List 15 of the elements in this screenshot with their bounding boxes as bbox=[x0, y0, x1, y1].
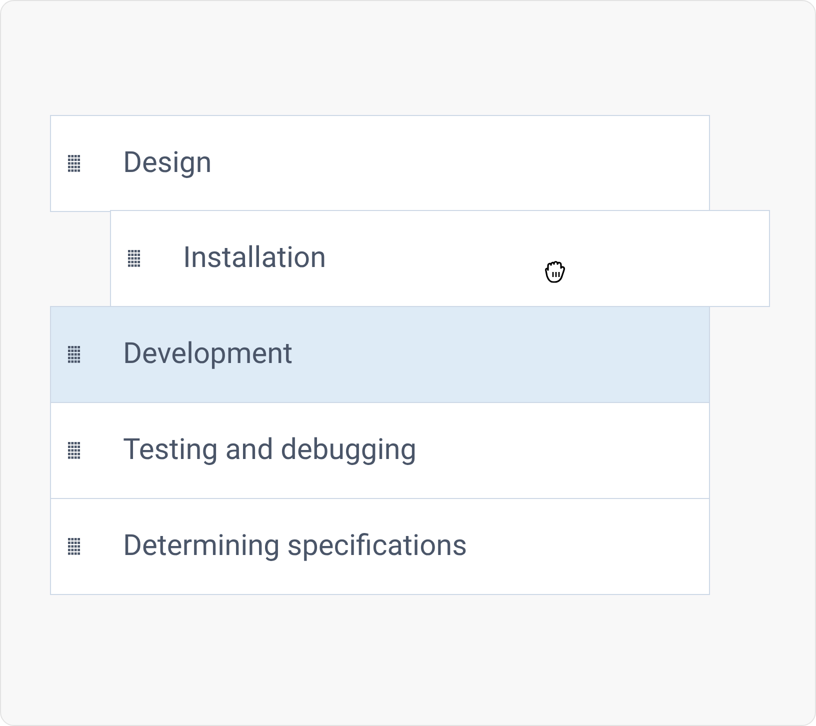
item-label: Development bbox=[123, 336, 293, 373]
drag-handle-icon[interactable] bbox=[68, 346, 80, 363]
list-item[interactable]: Development bbox=[50, 306, 710, 403]
list-item[interactable]: Installation bbox=[110, 210, 770, 307]
item-label: Installation bbox=[183, 240, 326, 277]
list-item[interactable]: Testing and debugging bbox=[50, 402, 710, 499]
item-label: Testing and debugging bbox=[123, 432, 417, 469]
drag-handle-icon[interactable] bbox=[68, 442, 80, 459]
drag-handle-icon[interactable] bbox=[68, 538, 80, 555]
list-item[interactable]: Determining specifications bbox=[50, 498, 710, 595]
drag-handle-icon[interactable] bbox=[128, 250, 140, 267]
item-label: Design bbox=[123, 144, 212, 182]
drag-handle-icon[interactable] bbox=[68, 155, 80, 172]
list-item[interactable]: Design bbox=[50, 115, 710, 212]
item-label: Determining specifications bbox=[123, 528, 468, 565]
